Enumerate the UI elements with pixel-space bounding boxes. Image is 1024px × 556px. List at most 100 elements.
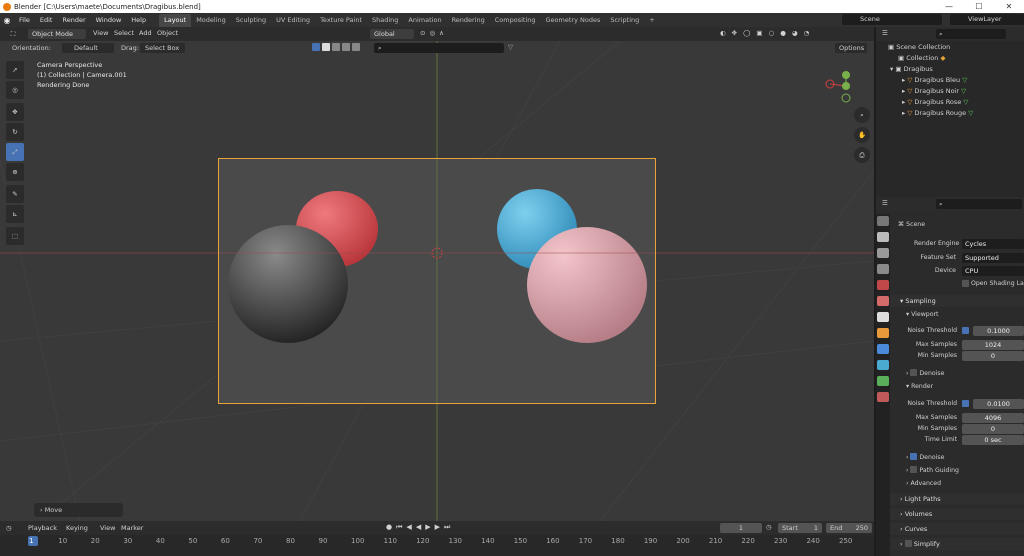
r-denoise-checkbox[interactable]: [910, 453, 918, 460]
data-tab-icon[interactable]: [877, 376, 889, 386]
outliner-object-row[interactable]: ▸ ▽ Dragibus Rose ▽: [902, 97, 968, 108]
outliner-search[interactable]: ⌕: [936, 29, 1006, 39]
zoom-button[interactable]: ⌕: [854, 107, 870, 123]
subtract-mode-icon[interactable]: [332, 43, 340, 51]
outliner-object-row[interactable]: ▸ ▽ Dragibus Rouge ▽: [902, 108, 973, 119]
output-tab-icon[interactable]: [877, 248, 889, 258]
menu-object[interactable]: Object: [157, 29, 178, 37]
viewport-subpanel[interactable]: ▾ Viewport: [906, 310, 938, 320]
scene-collection-row[interactable]: ▣ Scene Collection: [888, 42, 950, 53]
clock-icon[interactable]: ◷: [6, 524, 12, 532]
start-frame-field[interactable]: Start 1: [778, 523, 822, 533]
workspace-tab-scripting[interactable]: Scripting: [605, 14, 644, 27]
menu-window[interactable]: Window: [91, 16, 127, 24]
menu-render[interactable]: Render: [57, 16, 90, 24]
last-operator-panel[interactable]: › Move: [34, 503, 123, 517]
render-subpanel[interactable]: ▾ Render: [906, 382, 933, 392]
preview-range-icon[interactable]: ◷: [766, 523, 772, 531]
path-guiding-subpanel[interactable]: › Path Guiding: [906, 465, 959, 475]
mode-dropdown[interactable]: Object Mode: [28, 29, 86, 39]
timeline-ruler[interactable]: 1 10 20 30 40 50 60 70 80 90 100 110 120 130 140 150 160…: [0, 535, 874, 556]
play-icon[interactable]: ▶: [425, 523, 430, 532]
invert-mode-icon[interactable]: [342, 43, 350, 51]
view-layer-tab-icon[interactable]: [877, 264, 889, 274]
r-min-field[interactable]: 0: [962, 424, 1024, 434]
extend-mode-icon[interactable]: [322, 43, 330, 51]
r-denoise-subpanel[interactable]: › Denoise: [906, 452, 944, 462]
orientation-dropdown[interactable]: Default: [62, 43, 114, 53]
path-guiding-checkbox[interactable]: [910, 466, 918, 473]
world-tab-icon[interactable]: [877, 296, 889, 306]
vp-noise-field[interactable]: 0.1000: [973, 326, 1024, 336]
search-field[interactable]: ⌕: [374, 43, 504, 53]
record-icon[interactable]: ●: [386, 523, 392, 532]
outliner-editor-icon[interactable]: ☰: [882, 29, 888, 37]
vp-max-field[interactable]: 1024: [962, 340, 1024, 350]
workspace-tab-layout[interactable]: Layout: [159, 13, 192, 27]
select-box-tool[interactable]: ➚: [6, 61, 24, 79]
snap-icon[interactable]: ⊙: [420, 29, 425, 39]
collection-row[interactable]: ▣ Collection ◆: [898, 53, 945, 64]
outliner-object-row[interactable]: ▸ ▽ Dragibus Bleu ▽: [902, 75, 967, 86]
editor-type-icon[interactable]: ⛶: [6, 29, 20, 39]
transform-tool[interactable]: ⊕: [6, 163, 24, 181]
xray-icon[interactable]: ▣: [756, 29, 762, 39]
material-shading-icon[interactable]: ◕: [792, 29, 798, 39]
workspace-tab-texture-paint[interactable]: Texture Paint: [315, 14, 367, 27]
play-reverse-icon[interactable]: ◀: [416, 523, 421, 532]
falloff-icon[interactable]: ∧: [439, 29, 444, 39]
vp-denoise-checkbox[interactable]: [910, 369, 918, 376]
r-noise-checkbox[interactable]: [962, 400, 969, 407]
menu-help[interactable]: Help: [126, 16, 151, 24]
workspace-tab-geometry-nodes[interactable]: Geometry Nodes: [541, 14, 606, 27]
rendered-shading-icon[interactable]: ◔: [804, 29, 810, 39]
pan-button[interactable]: ✋: [854, 127, 870, 143]
prev-key-icon[interactable]: ◀: [406, 523, 411, 532]
drag-dropdown[interactable]: Select Box: [140, 43, 185, 53]
object-tab-icon[interactable]: [877, 328, 889, 338]
transform-orientation-dropdown[interactable]: Global: [370, 29, 414, 39]
blender-menu-icon[interactable]: ◉: [0, 16, 14, 25]
material-tab-icon[interactable]: [877, 392, 889, 402]
properties-search[interactable]: ⌕: [936, 199, 1022, 209]
device-dropdown[interactable]: CPU: [962, 266, 1024, 276]
measure-tool[interactable]: ⊾: [6, 205, 24, 223]
workspace-tab-animation[interactable]: Animation: [403, 14, 446, 27]
properties-editor-icon[interactable]: ☰: [882, 199, 888, 207]
selection-mode-buttons[interactable]: [312, 43, 372, 53]
time-limit-field[interactable]: 0 sec: [962, 435, 1024, 445]
add-cube-tool[interactable]: ⬚: [6, 227, 24, 245]
workspace-tab-compositing[interactable]: Compositing: [490, 14, 541, 27]
sampling-panel-header[interactable]: ▾ Sampling: [890, 295, 1024, 307]
close-button[interactable]: ✕: [994, 0, 1024, 13]
intersect-mode-icon[interactable]: [352, 43, 360, 51]
proportional-icon[interactable]: ◎: [429, 29, 435, 39]
vp-denoise-subpanel[interactable]: › Denoise: [906, 368, 944, 378]
workspace-tab-sculpting[interactable]: Sculpting: [231, 14, 271, 27]
snapping-controls[interactable]: ⊙ ◎ ∧: [420, 29, 500, 39]
feature-set-dropdown[interactable]: Supported: [962, 253, 1024, 263]
workspace-tab-modeling[interactable]: Modeling: [191, 14, 231, 27]
wireframe-shading-icon[interactable]: ○: [769, 29, 775, 39]
playback-menu[interactable]: Playback: [28, 524, 57, 532]
jump-end-icon[interactable]: ⏭: [444, 523, 450, 532]
light-paths-panel-header[interactable]: › Light Paths: [890, 493, 1024, 505]
navigation-gizmo[interactable]: [822, 70, 862, 106]
modifier-tab-icon[interactable]: [877, 344, 889, 354]
gizmo-icon[interactable]: ✥: [732, 29, 737, 39]
menu-file[interactable]: File: [14, 16, 35, 24]
collection-tab-icon[interactable]: [877, 312, 889, 322]
filter-icon[interactable]: ▽: [508, 43, 513, 51]
keying-menu[interactable]: Keying: [66, 524, 88, 532]
workspace-tab-rendering[interactable]: Rendering: [447, 14, 490, 27]
scale-tool[interactable]: ⤢: [6, 143, 24, 161]
jump-start-icon[interactable]: ⏮: [396, 523, 402, 532]
advanced-subpanel[interactable]: › Advanced: [906, 479, 941, 489]
r-max-field[interactable]: 4096: [962, 413, 1024, 423]
osl-checkbox[interactable]: [962, 280, 969, 287]
solid-shading-icon[interactable]: ●: [780, 29, 786, 39]
timeline-view-menu[interactable]: View: [100, 524, 115, 532]
vp-min-field[interactable]: 0: [962, 351, 1024, 361]
rotate-tool[interactable]: ↻: [6, 123, 24, 141]
simplify-checkbox[interactable]: [904, 540, 912, 547]
